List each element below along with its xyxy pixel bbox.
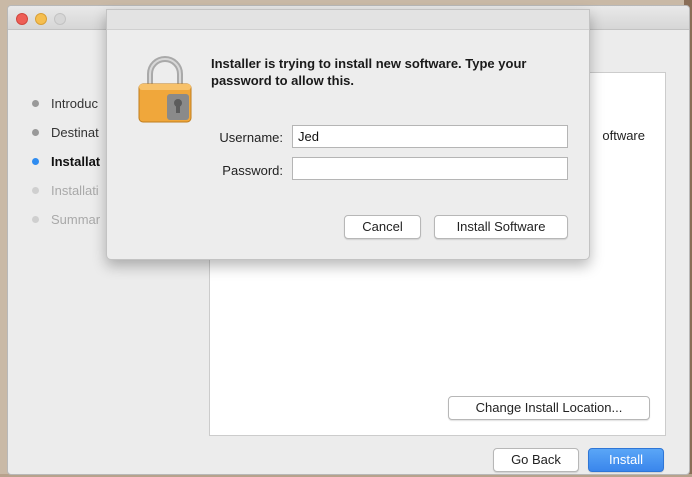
step-dot-icon bbox=[32, 100, 39, 107]
password-field[interactable] bbox=[292, 157, 568, 180]
install-software-button[interactable]: Install Software bbox=[434, 215, 568, 239]
go-back-button[interactable]: Go Back bbox=[493, 448, 579, 472]
step-dot-icon bbox=[32, 187, 39, 194]
step-label: Summar bbox=[51, 212, 101, 227]
authentication-dialog: Installer is trying to install new softw… bbox=[106, 9, 590, 260]
minimize-window-button[interactable] bbox=[35, 13, 47, 25]
step-dot-icon bbox=[32, 129, 39, 136]
username-field[interactable] bbox=[292, 125, 568, 148]
install-button[interactable]: Install bbox=[588, 448, 664, 472]
step-dot-icon bbox=[32, 216, 39, 223]
cancel-button[interactable]: Cancel bbox=[344, 215, 421, 239]
step-label: Destinat bbox=[51, 125, 99, 140]
dialog-top-strip bbox=[107, 10, 589, 30]
username-label: Username: bbox=[219, 130, 283, 145]
step-label: Introduc bbox=[51, 96, 98, 111]
step-label: Installati bbox=[51, 183, 99, 198]
zoom-window-button[interactable] bbox=[54, 13, 66, 25]
step-dot-icon bbox=[32, 158, 39, 165]
change-install-location-button[interactable]: Change Install Location... bbox=[448, 396, 650, 420]
dialog-message: Installer is trying to install new softw… bbox=[211, 56, 527, 88]
lock-icon bbox=[138, 56, 192, 123]
password-label: Password: bbox=[222, 163, 283, 178]
content-text: oftware bbox=[602, 128, 645, 143]
close-window-button[interactable] bbox=[16, 13, 28, 25]
step-label: Installat bbox=[51, 154, 101, 169]
